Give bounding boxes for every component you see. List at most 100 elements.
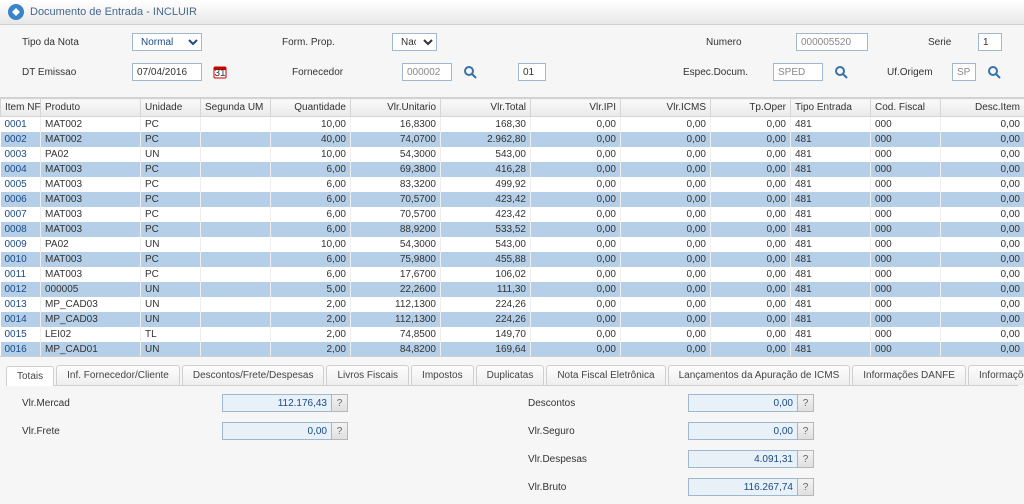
cell-segundaum[interactable] [201, 252, 271, 267]
cell-desc[interactable]: 0,00 [941, 162, 1024, 177]
cell-total[interactable]: 224,26 [441, 297, 531, 312]
vlr-bruto-input[interactable] [688, 478, 798, 496]
cell-icms[interactable]: 0,00 [621, 177, 711, 192]
cell-desc[interactable]: 0,00 [941, 177, 1024, 192]
cell-qtd[interactable]: 2,00 [271, 327, 351, 342]
cell-unidade[interactable]: PC [141, 162, 201, 177]
table-row[interactable]: 0015LEI02TL2,0074,8500149,700,000,000,00… [1, 327, 1024, 342]
cell-tipoent[interactable]: 481 [791, 222, 871, 237]
cell-unidade[interactable]: UN [141, 297, 201, 312]
cell-unit[interactable]: 70,5700 [351, 192, 441, 207]
cell-item[interactable]: 0015 [1, 327, 41, 342]
cell-codfiscal[interactable]: 000 [871, 207, 941, 222]
cell-unidade[interactable]: UN [141, 282, 201, 297]
tab-lan-amentos-da-apura-o-de-icms[interactable]: Lançamentos da Apuração de ICMS [668, 365, 851, 385]
cell-unit[interactable]: 16,8300 [351, 117, 441, 133]
cell-codfiscal[interactable]: 000 [871, 222, 941, 237]
cell-total[interactable]: 224,26 [441, 312, 531, 327]
table-row[interactable]: 0001MAT002PC10,0016,8300168,300,000,000,… [1, 117, 1024, 133]
column-header[interactable]: Tipo Entrada [791, 99, 871, 117]
cell-codfiscal[interactable]: 000 [871, 297, 941, 312]
cell-qtd[interactable]: 5,00 [271, 282, 351, 297]
cell-ipi[interactable]: 0,00 [531, 327, 621, 342]
cell-ipi[interactable]: 0,00 [531, 237, 621, 252]
dt-emissao-input[interactable] [132, 63, 202, 81]
cell-desc[interactable]: 0,00 [941, 312, 1024, 327]
help-icon[interactable]: ? [798, 422, 814, 440]
table-row[interactable]: 0005MAT003PC6,0083,3200499,920,000,000,0… [1, 177, 1024, 192]
vlr-mercad-input[interactable] [222, 394, 332, 412]
cell-tpoper[interactable]: 0,00 [711, 327, 791, 342]
column-header[interactable]: Item NF [1, 99, 41, 117]
cell-ipi[interactable]: 0,00 [531, 267, 621, 282]
cell-qtd[interactable]: 6,00 [271, 267, 351, 282]
cell-unit[interactable]: 74,0700 [351, 132, 441, 147]
table-row[interactable]: 0016MP_CAD01UN2,0084,8200169,640,000,000… [1, 342, 1024, 357]
cell-segundaum[interactable] [201, 342, 271, 357]
cell-total[interactable]: 416,28 [441, 162, 531, 177]
cell-segundaum[interactable] [201, 177, 271, 192]
table-row[interactable]: 0007MAT003PC6,0070,5700423,420,000,000,0… [1, 207, 1024, 222]
cell-total[interactable]: 111,30 [441, 282, 531, 297]
cell-produto[interactable]: MP_CAD03 [41, 297, 141, 312]
tab-descontos-frete-despesas[interactable]: Descontos/Frete/Despesas [182, 365, 325, 385]
cell-item[interactable]: 0005 [1, 177, 41, 192]
cell-tipoent[interactable]: 481 [791, 297, 871, 312]
vlr-frete-input[interactable] [222, 422, 332, 440]
cell-total[interactable]: 169,64 [441, 342, 531, 357]
column-header[interactable]: Unidade [141, 99, 201, 117]
cell-tipoent[interactable]: 481 [791, 237, 871, 252]
cell-total[interactable]: 423,42 [441, 207, 531, 222]
table-row[interactable]: 0003PA02UN10,0054,3000543,000,000,000,00… [1, 147, 1024, 162]
table-row[interactable]: 0004MAT003PC6,0069,3800416,280,000,000,0… [1, 162, 1024, 177]
help-icon[interactable]: ? [332, 394, 348, 412]
cell-desc[interactable]: 0,00 [941, 207, 1024, 222]
cell-ipi[interactable]: 0,00 [531, 282, 621, 297]
tab-duplicatas[interactable]: Duplicatas [476, 365, 545, 385]
tab-livros-fiscais[interactable]: Livros Fiscais [326, 365, 409, 385]
cell-desc[interactable]: 0,00 [941, 267, 1024, 282]
cell-tpoper[interactable]: 0,00 [711, 297, 791, 312]
cell-produto[interactable]: MAT002 [41, 132, 141, 147]
cell-unit[interactable]: 70,5700 [351, 207, 441, 222]
cell-item[interactable]: 0009 [1, 237, 41, 252]
cell-codfiscal[interactable]: 000 [871, 147, 941, 162]
cell-unidade[interactable]: PC [141, 252, 201, 267]
cell-qtd[interactable]: 6,00 [271, 222, 351, 237]
cell-tpoper[interactable]: 0,00 [711, 207, 791, 222]
cell-item[interactable]: 0013 [1, 297, 41, 312]
column-header[interactable]: Vlr.IPI [531, 99, 621, 117]
espec-docum-input[interactable] [773, 63, 823, 81]
cell-unidade[interactable]: UN [141, 147, 201, 162]
cell-segundaum[interactable] [201, 327, 271, 342]
tab-totais[interactable]: Totais [6, 366, 54, 386]
cell-item[interactable]: 0007 [1, 207, 41, 222]
cell-item[interactable]: 0006 [1, 192, 41, 207]
cell-tpoper[interactable]: 0,00 [711, 342, 791, 357]
cell-produto[interactable]: MAT003 [41, 207, 141, 222]
column-header[interactable]: Produto [41, 99, 141, 117]
cell-segundaum[interactable] [201, 267, 271, 282]
search-icon[interactable] [986, 64, 1002, 80]
cell-desc[interactable]: 0,00 [941, 147, 1024, 162]
cell-unidade[interactable]: PC [141, 132, 201, 147]
cell-unit[interactable]: 112,1300 [351, 297, 441, 312]
cell-produto[interactable]: PA02 [41, 147, 141, 162]
cell-total[interactable]: 423,42 [441, 192, 531, 207]
cell-tipoent[interactable]: 481 [791, 117, 871, 133]
cell-icms[interactable]: 0,00 [621, 252, 711, 267]
cell-segundaum[interactable] [201, 312, 271, 327]
cell-produto[interactable]: LEI02 [41, 327, 141, 342]
cell-produto[interactable]: MAT003 [41, 162, 141, 177]
cell-tipoent[interactable]: 481 [791, 327, 871, 342]
cell-total[interactable]: 543,00 [441, 237, 531, 252]
cell-segundaum[interactable] [201, 162, 271, 177]
vlr-despesas-input[interactable] [688, 450, 798, 468]
cell-total[interactable]: 543,00 [441, 147, 531, 162]
cell-unidade[interactable]: PC [141, 207, 201, 222]
cell-qtd[interactable]: 2,00 [271, 342, 351, 357]
cell-tpoper[interactable]: 0,00 [711, 162, 791, 177]
table-row[interactable]: 0013MP_CAD03UN2,00112,1300224,260,000,00… [1, 297, 1024, 312]
cell-tpoper[interactable]: 0,00 [711, 132, 791, 147]
cell-qtd[interactable]: 6,00 [271, 207, 351, 222]
